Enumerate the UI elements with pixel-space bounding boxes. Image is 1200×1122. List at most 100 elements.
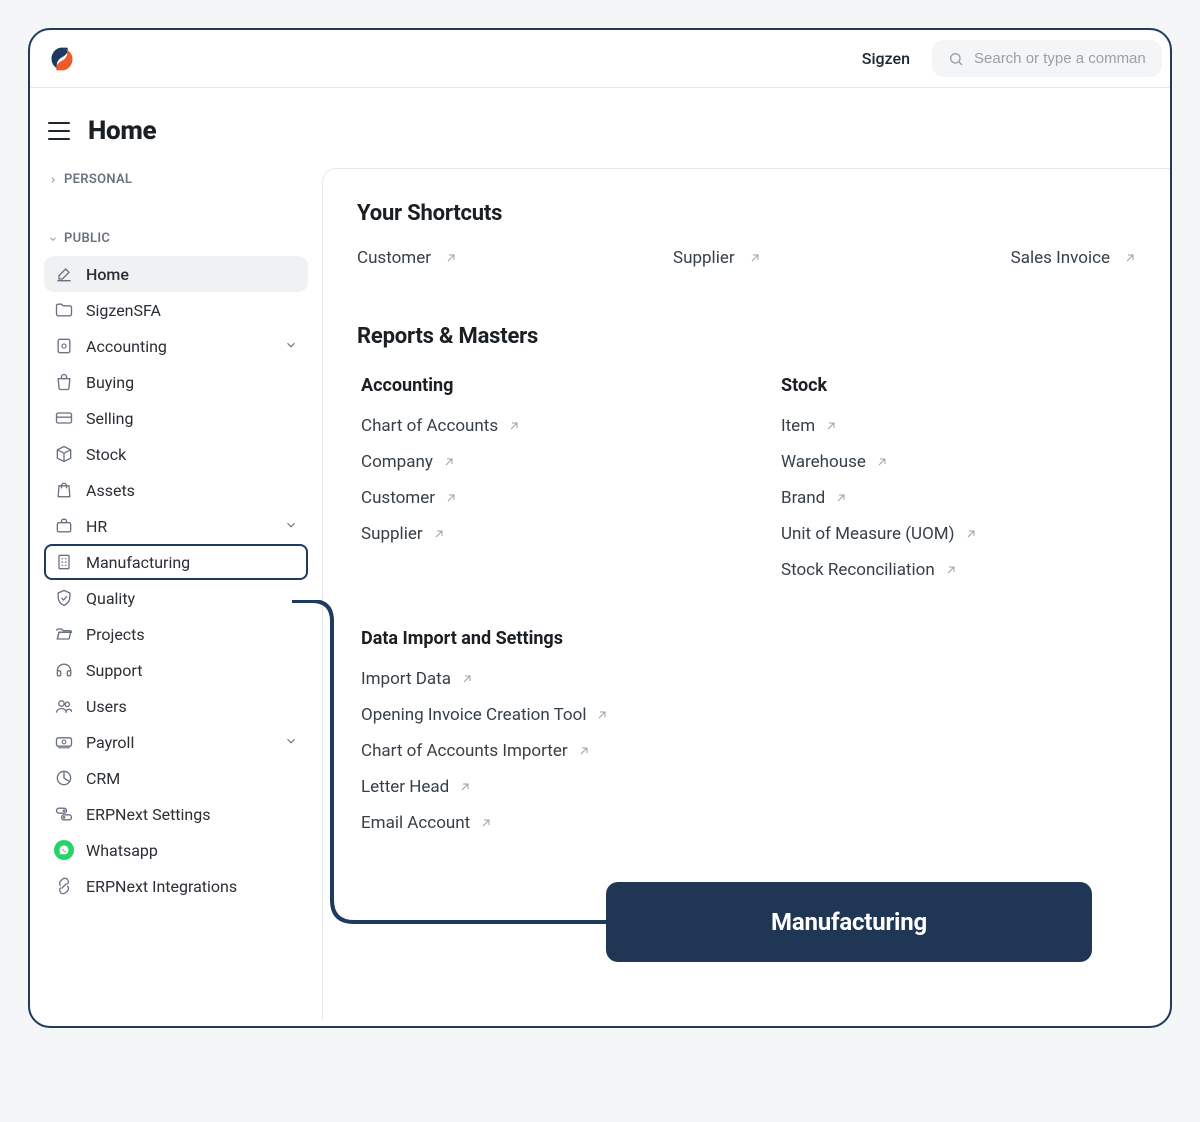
report-link[interactable]: Chart of Accounts — [361, 416, 781, 436]
chevron-down-icon — [284, 517, 298, 536]
menu-toggle-icon[interactable] — [48, 122, 70, 140]
sidebar-item-users[interactable]: Users — [44, 688, 308, 724]
arrow-ne-icon — [965, 528, 977, 540]
pie-icon — [54, 768, 74, 788]
sidebar-item-hr[interactable]: HR — [44, 508, 308, 544]
sidebar: PERSONAL PUBLIC Home SigzenSFA Accounting B… — [30, 168, 322, 1020]
arrow-ne-icon — [945, 564, 957, 576]
sidebar-item-label: HR — [86, 517, 107, 536]
sidebar-item-label: Manufacturing — [86, 553, 190, 572]
report-link[interactable]: Email Account — [361, 813, 1136, 833]
sidebar-item-erpnext-settings[interactable]: ERPNext Settings — [44, 796, 308, 832]
sidebar-item-manufacturing[interactable]: Manufacturing — [44, 544, 308, 580]
callout-manufacturing: Manufacturing — [606, 882, 1092, 962]
arrow-ne-icon — [459, 781, 471, 793]
org-label[interactable]: Sigzen — [862, 49, 910, 68]
sidebar-item-label: Users — [86, 697, 127, 716]
report-link[interactable]: Unit of Measure (UOM) — [781, 524, 1170, 544]
sidebar-item-selling[interactable]: Selling — [44, 400, 308, 436]
shortcut-customer[interactable]: Customer — [357, 248, 673, 268]
arrow-ne-icon — [749, 252, 761, 264]
report-link[interactable]: Warehouse — [781, 452, 1170, 472]
report-link[interactable]: Chart of Accounts Importer — [361, 741, 1136, 761]
sidebar-item-accounting[interactable]: Accounting — [44, 328, 308, 364]
sidebar-item-sigzensfa[interactable]: SigzenSFA — [44, 292, 308, 328]
search-input[interactable] — [974, 50, 1146, 67]
sidebar-item-assets[interactable]: Assets — [44, 472, 308, 508]
cash-icon — [54, 732, 74, 752]
sidebar-item-label: ERPNext Settings — [86, 805, 211, 824]
sidebar-item-payroll[interactable]: Payroll — [44, 724, 308, 760]
brand-logo[interactable] — [48, 45, 76, 73]
bag-icon — [54, 372, 74, 392]
sidebar-item-label: Stock — [86, 445, 126, 464]
arrow-ne-icon — [480, 817, 492, 829]
arrow-ne-icon — [443, 456, 455, 468]
sidebar-item-home[interactable]: Home — [44, 256, 308, 292]
search-icon — [948, 51, 964, 67]
arrow-ne-icon — [1124, 252, 1136, 264]
report-link[interactable]: Stock Reconciliation — [781, 560, 1170, 580]
arrow-ne-icon — [445, 492, 457, 504]
arrow-ne-icon — [508, 420, 520, 432]
report-link[interactable]: Opening Invoice Creation Tool — [361, 705, 1136, 725]
arrow-ne-icon — [835, 492, 847, 504]
report-link[interactable]: Company — [361, 452, 781, 472]
search-box[interactable] — [932, 40, 1162, 77]
folder-open-icon — [54, 624, 74, 644]
arrow-ne-icon — [876, 456, 888, 468]
sidebar-item-erpnext-integrations[interactable]: ERPNext Integrations — [44, 868, 308, 904]
sidebar-item-stock[interactable]: Stock — [44, 436, 308, 472]
arrow-ne-icon — [433, 528, 445, 540]
sidebar-item-label: Payroll — [86, 733, 134, 752]
sidebar-item-buying[interactable]: Buying — [44, 364, 308, 400]
receipt-icon — [54, 336, 74, 356]
sidebar-item-label: Home — [86, 265, 129, 284]
sidebar-item-label: Whatsapp — [86, 841, 158, 860]
app-window: Sigzen Home PERSONAL — [28, 28, 1172, 1028]
shortcuts-title: Your Shortcuts — [357, 201, 1136, 226]
headset-icon — [54, 660, 74, 680]
report-link[interactable]: Supplier — [361, 524, 781, 544]
building-icon — [54, 552, 74, 572]
data-import-title: Data Import and Settings — [361, 628, 1136, 649]
report-link[interactable]: Import Data — [361, 669, 1136, 689]
sidebar-item-label: Quality — [86, 589, 135, 608]
arrow-ne-icon — [578, 745, 590, 757]
sidebar-item-quality[interactable]: Quality — [44, 580, 308, 616]
folder-icon — [54, 300, 74, 320]
report-link[interactable]: Letter Head — [361, 777, 1136, 797]
shortcut-supplier[interactable]: Supplier — [673, 248, 989, 268]
chevron-down-icon — [48, 234, 58, 244]
sidebar-item-support[interactable]: Support — [44, 652, 308, 688]
sidebar-item-label: ERPNext Integrations — [86, 877, 237, 896]
report-link[interactable]: Item — [781, 416, 1170, 436]
sidebar-item-crm[interactable]: CRM — [44, 760, 308, 796]
sidebar-item-label: SigzenSFA — [86, 301, 161, 320]
links-icon — [54, 876, 74, 896]
arrow-ne-icon — [596, 709, 608, 721]
box-icon — [54, 444, 74, 464]
page-header: Home — [30, 88, 1170, 168]
shortcut-sales-invoice[interactable]: Sales Invoice — [1011, 248, 1136, 268]
sidebar-item-label: Support — [86, 661, 142, 680]
report-link[interactable]: Customer — [361, 488, 781, 508]
sidebar-item-projects[interactable]: Projects — [44, 616, 308, 652]
sidebar-group-personal[interactable]: PERSONAL — [44, 168, 308, 201]
shield-check-icon — [54, 588, 74, 608]
chevron-right-icon — [48, 175, 58, 185]
sidebar-item-label: Assets — [86, 481, 135, 500]
sidebar-item-label: Accounting — [86, 337, 167, 356]
toggles-icon — [54, 804, 74, 824]
briefcase-icon — [54, 516, 74, 536]
topbar: Sigzen — [30, 30, 1170, 88]
sidebar-item-label: Projects — [86, 625, 145, 644]
report-link[interactable]: Brand — [781, 488, 1170, 508]
sidebar-item-label: Buying — [86, 373, 134, 392]
sidebar-group-public[interactable]: PUBLIC — [44, 201, 308, 256]
tools-icon — [54, 264, 74, 284]
sidebar-item-whatsapp[interactable]: Whatsapp — [44, 832, 308, 868]
chevron-down-icon — [284, 733, 298, 752]
arrow-ne-icon — [461, 673, 473, 685]
shopping-bag-icon — [54, 480, 74, 500]
